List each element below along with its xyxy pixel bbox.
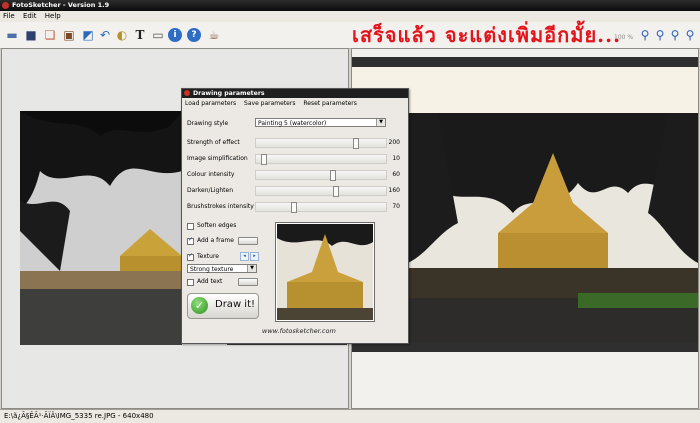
menu-file[interactable]: File (0, 11, 18, 22)
slider-label: Darken/Lighten (187, 187, 234, 194)
coffee-icon[interactable]: ☕ (205, 26, 223, 44)
slider-value: 60 (392, 171, 400, 178)
texture-next-button[interactable]: ▸ (250, 252, 259, 261)
palette-icon[interactable]: ◐ (113, 26, 131, 44)
chevron-down-icon: ▼ (247, 265, 256, 272)
dialog-menu: Load parameters Save parameters Reset pa… (182, 99, 408, 108)
texture-value: Strong texture (190, 266, 234, 273)
slider-thumb[interactable] (261, 154, 267, 165)
statusbar: E:\ã¿Ã§ÊÃ¹·ÃÏÂ\IMG_5335 re.JPG - 640x480 (0, 409, 700, 423)
slider-track[interactable] (255, 138, 387, 149)
slider-thumb[interactable] (353, 138, 359, 149)
status-file-path: E:\ã¿Ã§ÊÃ¹·ÃÏÂ\IMG_5335 re.JPG - 640x480 (4, 412, 154, 420)
slider-label: Image simplification (187, 155, 248, 162)
texture-select[interactable]: Strong texture ▼ (187, 264, 257, 273)
menubar: File Edit Help (0, 11, 700, 22)
copy-icon[interactable]: ❏ (41, 26, 59, 44)
save-icon[interactable]: ■ (22, 26, 40, 44)
slider-label: Colour intensity (187, 171, 235, 178)
texture-prev-button[interactable]: ◂ (240, 252, 249, 261)
result-photo (408, 113, 698, 343)
zoom-100-icon[interactable]: ⚲ (681, 26, 699, 44)
load-parameters-menu[interactable]: Load parameters (185, 99, 236, 108)
slider-track[interactable] (255, 186, 387, 197)
chevron-down-icon: ▼ (376, 119, 385, 126)
slider-track[interactable] (255, 202, 387, 213)
soften-edges-label: Soften edges (197, 222, 237, 229)
open-folder-icon[interactable]: ▬ (3, 26, 21, 44)
original-photo (20, 111, 182, 345)
texture-checkbox[interactable] (187, 252, 194, 261)
slider-thumb[interactable] (330, 170, 336, 181)
image-icon[interactable]: ◩ (79, 26, 97, 44)
draw-it-label: Draw it! (215, 299, 256, 310)
preview-thumbnail (275, 222, 375, 322)
app-logo-icon (2, 2, 9, 9)
scanner-icon[interactable]: ▭ (149, 26, 167, 44)
draw-it-button[interactable]: ✓ Draw it! (187, 293, 259, 319)
drawing-parameters-dialog: Drawing parameters Load parameters Save … (181, 88, 409, 344)
frame-top-bar (352, 57, 698, 67)
add-frame-label: Add a frame (197, 237, 234, 244)
slider-track[interactable] (255, 154, 387, 165)
dialog-titlebar: Drawing parameters (182, 89, 408, 98)
add-text-label: Add text (197, 278, 223, 285)
export-icon[interactable]: ▣ (60, 26, 78, 44)
help-icon[interactable]: ? (187, 28, 201, 42)
result-photo-drawing (408, 113, 698, 343)
slider-value: 200 (388, 139, 400, 146)
slider-value: 70 (392, 203, 400, 210)
slider-value: 10 (392, 155, 400, 162)
slider-value: 160 (388, 187, 400, 194)
slider-thumb[interactable] (291, 202, 297, 213)
window-title: FotoSketcher - Version 1.9 (12, 1, 110, 9)
drawing-style-select[interactable]: Painting 5 (watercolor) ▼ (255, 118, 386, 127)
frame-settings-button[interactable] (238, 237, 258, 245)
add-frame-checkbox[interactable] (187, 236, 194, 245)
text-settings-button[interactable] (238, 278, 258, 286)
reset-parameters-menu[interactable]: Reset parameters (303, 99, 356, 108)
window-titlebar: FotoSketcher - Version 1.9 (0, 0, 700, 11)
texture-label: Texture (197, 253, 219, 260)
checkmark-icon: ✓ (191, 297, 208, 314)
slider-thumb[interactable] (333, 186, 339, 197)
dialog-title: Drawing parameters (193, 90, 265, 97)
slider-label: Strength of effect (187, 139, 240, 146)
overlay-caption: เสร็จแล้ว จะแต่งเพิ่มอีกมั้ย... (352, 23, 622, 47)
original-photo-drawing (20, 111, 182, 345)
drawing-style-label: Drawing style (187, 120, 229, 127)
add-text-checkbox[interactable] (187, 279, 194, 286)
undo-icon[interactable]: ↶ (96, 26, 114, 44)
menu-help[interactable]: Help (42, 11, 64, 22)
website-link[interactable]: www.fotosketcher.com (262, 327, 336, 335)
soften-edges-checkbox[interactable] (187, 223, 194, 230)
dialog-logo-icon (184, 90, 190, 96)
info-icon[interactable]: i (168, 28, 182, 42)
slider-track[interactable] (255, 170, 387, 181)
menu-edit[interactable]: Edit (20, 11, 40, 22)
slider-label: Brushstrokes intensity (187, 203, 254, 210)
save-parameters-menu[interactable]: Save parameters (244, 99, 295, 108)
preview-drawing (277, 224, 373, 320)
drawing-style-value: Painting 5 (watercolor) (258, 120, 327, 127)
text-tool-icon[interactable]: T (131, 26, 149, 44)
